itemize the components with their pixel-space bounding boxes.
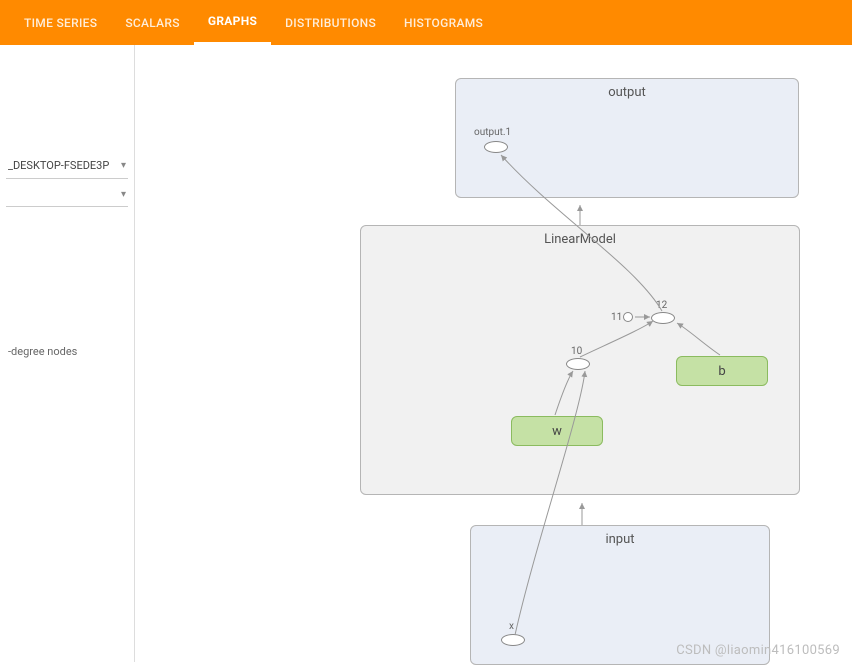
- watermark: CSDN @liaomin416100569: [676, 643, 840, 658]
- node10-label: 10: [571, 346, 582, 357]
- tab-histograms[interactable]: HISTOGRAMS: [390, 0, 497, 45]
- group-output[interactable]: output output.1: [455, 78, 799, 198]
- top-nav: TIME SERIES SCALARS GRAPHS DISTRIBUTIONS…: [0, 0, 852, 45]
- node12-label: 12: [656, 300, 667, 311]
- tab-graphs[interactable]: GRAPHS: [194, 0, 271, 45]
- run-label: _DESKTOP-FSEDE3P: [8, 159, 109, 172]
- node-10[interactable]: [566, 358, 590, 370]
- node-b[interactable]: b: [676, 356, 768, 386]
- sidebar: _DESKTOP-FSEDE3P ▾ ▾ -degree nodes: [0, 45, 135, 662]
- node-x[interactable]: [501, 634, 525, 646]
- tab-time-series[interactable]: TIME SERIES: [10, 0, 111, 45]
- run-selector[interactable]: _DESKTOP-FSEDE3P ▾: [6, 153, 128, 179]
- node-output1[interactable]: [484, 141, 508, 153]
- chevron-down-icon: ▾: [121, 160, 126, 171]
- output1-label: output.1: [474, 127, 511, 138]
- chevron-down-icon: ▾: [121, 189, 126, 200]
- node11-label: 11: [611, 312, 622, 323]
- tag-selector[interactable]: ▾: [6, 183, 128, 207]
- node-11[interactable]: [623, 312, 633, 322]
- node-w[interactable]: w: [511, 416, 603, 446]
- group-linearmodel[interactable]: LinearModel 12 11 10 w b: [360, 225, 800, 495]
- degree-nodes-label: -degree nodes: [6, 341, 128, 362]
- tab-scalars[interactable]: SCALARS: [111, 0, 194, 45]
- group-input-title: input: [605, 532, 634, 547]
- group-linearmodel-title: LinearModel: [544, 232, 616, 247]
- graph-canvas[interactable]: output output.1 LinearModel 12 11 10 w b…: [135, 45, 852, 662]
- x-label: x: [509, 621, 514, 632]
- group-output-title: output: [608, 85, 646, 100]
- node-12[interactable]: [651, 312, 675, 324]
- tab-distributions[interactable]: DISTRIBUTIONS: [271, 0, 390, 45]
